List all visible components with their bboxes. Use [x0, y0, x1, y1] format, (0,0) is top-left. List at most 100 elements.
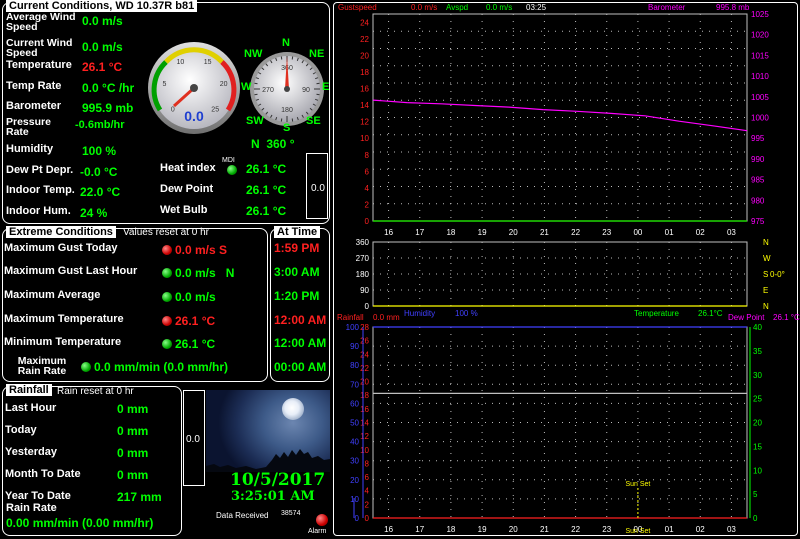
graph3-mid-tick: 12 [360, 432, 369, 441]
graph3-left-tick: 100 [346, 323, 360, 332]
graph3-left-tick: 40 [350, 438, 359, 447]
graph3-legend-item: Dew Point [728, 313, 765, 322]
graph3-right-tick: 25 [753, 395, 762, 404]
graph1-left-tick: 14 [360, 101, 369, 110]
graph3-mid-tick: 28 [360, 323, 369, 332]
graph1-series-barometer [372, 99, 748, 132]
graph1-legend-item: Barometer [648, 3, 686, 12]
graph1-legend-item: Gustspeed [338, 3, 377, 12]
graph3-right-tick: 5 [753, 490, 758, 499]
graph1-x-tick: 00 [633, 228, 642, 237]
graph3-left-tick: 70 [350, 380, 359, 389]
graph2-right-tick: E [763, 286, 768, 295]
graph2-left-tick: 90 [360, 286, 369, 295]
graph1-x-tick: 16 [384, 228, 393, 237]
graph3-mid-tick: 8 [365, 459, 370, 468]
graph1-left-tick: 10 [360, 134, 369, 143]
graph3-mid-tick: 4 [365, 487, 370, 496]
graph1-right-tick: 990 [751, 155, 765, 164]
graph3-mid-tick: 18 [360, 391, 369, 400]
graph3-legend-item: 26.1 °C [773, 313, 800, 322]
graph1-right-tick: 975 [751, 217, 765, 226]
graph1-left-tick: 2 [365, 200, 370, 209]
graph3-left-tick: 50 [350, 419, 359, 428]
graph3-mid-tick: 26 [360, 337, 369, 346]
graph1-right-tick: 995 [751, 134, 765, 143]
graph1-x-tick: 20 [509, 228, 518, 237]
graph2-right-tick: N [763, 238, 769, 247]
sunset-label: Sun Set [625, 481, 650, 488]
graph1-x-tick: 19 [478, 228, 487, 237]
graph1-legend-item: 0.0 m/s [411, 3, 438, 12]
graph1-x-tick: 18 [446, 228, 455, 237]
graph2-right-extra: 0-0° [770, 270, 785, 279]
graph3-mid-tick: 6 [365, 473, 370, 482]
graph3-mid-tick: 10 [360, 446, 369, 455]
graph2-left-tick: 360 [356, 238, 370, 247]
graph1-right-tick: 1010 [751, 72, 769, 81]
graph3-legend-item: 100 % [455, 309, 478, 318]
graph1-legend-item: 03:25 [526, 3, 547, 12]
graph1-left-tick: 16 [360, 85, 369, 94]
graph3-legend-item: Temperature [634, 309, 679, 318]
graph1-x-tick: 02 [696, 228, 705, 237]
graph3-mid-tick: 16 [360, 405, 369, 414]
graph1-x-tick: 23 [602, 228, 611, 237]
graph1-left-tick: 22 [360, 35, 369, 44]
graph1-right-tick: 1020 [751, 31, 769, 40]
graph3-left-tick: 60 [350, 399, 359, 408]
graph1-x-tick: 22 [571, 228, 580, 237]
graph3-x-tick: 19 [478, 525, 487, 534]
graph3-left-tick: 10 [350, 495, 359, 504]
graph3-legend-item: 0.0 mm [373, 313, 400, 322]
graph3-left-tick: 80 [350, 361, 359, 370]
graph3-legend-item: Humidity [404, 309, 436, 318]
graph1-left-tick: 24 [360, 18, 369, 27]
graph3-legend-item: Rainfall [337, 313, 364, 322]
graph2-left-tick: 180 [356, 270, 370, 279]
sunset-label-bottom: Sun Set [625, 528, 650, 535]
graph3-x-tick: 02 [696, 525, 705, 534]
graph3-x-tick: 17 [415, 525, 424, 534]
graph3-x-tick: 23 [602, 525, 611, 534]
graph3-right-tick: 20 [753, 419, 762, 428]
graph1-x-tick: 03 [727, 228, 736, 237]
graph1-left-tick: 12 [360, 118, 369, 127]
graph3-left-tick: 30 [350, 457, 359, 466]
graph3-left-tick: 90 [350, 342, 359, 351]
graph3-mid-tick: 22 [360, 364, 369, 373]
graph3-mid-tick: 14 [360, 419, 369, 428]
graph1-right-tick: 1000 [751, 114, 769, 123]
graph3-x-tick: 01 [665, 525, 674, 534]
graph1-x-tick: 01 [665, 228, 674, 237]
graphs-svg: 0246810121416182022249759809859909951000… [346, 10, 785, 535]
graph1-left-tick: 18 [360, 68, 369, 77]
graph3-left-tick: 20 [350, 476, 359, 485]
graph1-right-tick: 985 [751, 176, 765, 185]
graph3-legend-item: 26.1°C [698, 309, 723, 318]
graph1-left-tick: 8 [365, 151, 370, 160]
graph1-legend-item: Avspd [446, 3, 469, 12]
graph3-right-tick: 15 [753, 442, 762, 451]
graph1-right-tick: 1005 [751, 93, 769, 102]
graph1-right-tick: 1015 [751, 51, 769, 60]
graph3-right-tick: 10 [753, 466, 762, 475]
graph1-left-tick: 6 [365, 167, 370, 176]
graph1-left-tick: 20 [360, 51, 369, 60]
graph2-left-tick: 0 [365, 302, 370, 311]
graph1-left-tick: 0 [365, 217, 370, 226]
graph1-x-tick: 17 [415, 228, 424, 237]
graph3-x-tick: 18 [446, 525, 455, 534]
graph3-x-tick: 20 [509, 525, 518, 534]
graph3-x-tick: 22 [571, 525, 580, 534]
graph1-x-tick: 21 [540, 228, 549, 237]
graph3-right-tick: 35 [753, 347, 762, 356]
graph3-right-tick: 30 [753, 371, 762, 380]
graph1-left-tick: 4 [365, 184, 370, 193]
graph3-x-tick: 03 [727, 525, 736, 534]
graph3-mid-tick: 24 [360, 350, 369, 359]
graph1-right-tick: 1025 [751, 10, 769, 19]
graph2-right-tick: S [763, 270, 768, 279]
graph3-right-tick: 0 [753, 514, 758, 523]
graph3-left-tick: 0 [355, 514, 360, 523]
